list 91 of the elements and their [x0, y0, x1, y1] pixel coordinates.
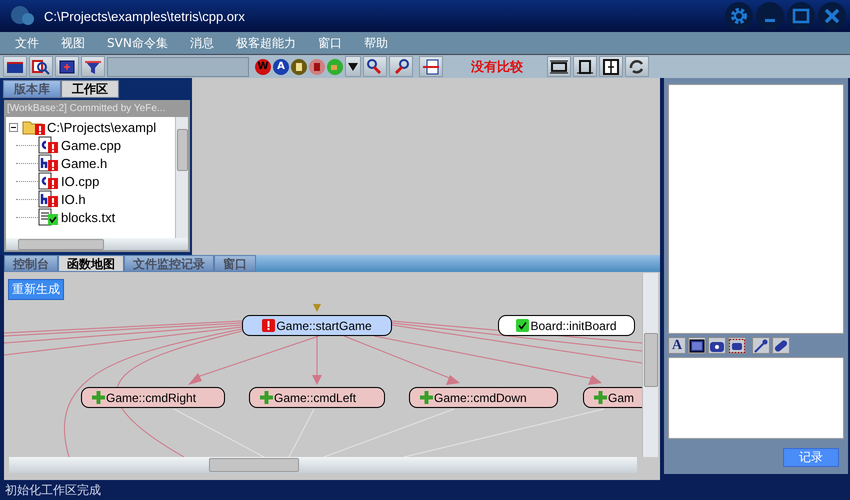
box-icon [58, 58, 76, 74]
window-circle-icon [327, 58, 343, 74]
check-icon [516, 319, 530, 332]
link-icon [366, 58, 384, 74]
link-button[interactable] [363, 56, 387, 77]
menu-item[interactable]: 极客超能力 [224, 34, 307, 52]
tree-item[interactable]: Game.h [61, 156, 108, 170]
image-icon [689, 338, 705, 352]
menu-item[interactable]: 文件 [4, 34, 50, 52]
function-node[interactable]: Gam [583, 387, 642, 408]
rows-button[interactable] [547, 56, 571, 77]
plus-icon [594, 391, 607, 404]
settings-button[interactable] [725, 2, 753, 30]
panel-tab[interactable]: 函数地图 [58, 255, 124, 272]
split-button[interactable] [599, 56, 623, 77]
tree-item[interactable]: blocks.txt [61, 210, 116, 224]
image-button[interactable] [688, 337, 706, 354]
maximize-icon [792, 7, 810, 25]
error-icon [262, 319, 276, 332]
faint-line [288, 408, 314, 457]
note-field[interactable] [668, 357, 844, 439]
scroll-thumb[interactable] [209, 458, 299, 472]
menu-item[interactable]: 消息 [178, 34, 225, 52]
refresh-button[interactable] [625, 56, 649, 77]
minimize-icon [765, 18, 775, 22]
function-node[interactable]: Board::initBoard [498, 315, 635, 336]
vertical-scrollbar[interactable] [642, 273, 658, 457]
document-button[interactable] [419, 56, 443, 77]
document-icon [422, 58, 440, 74]
entry-marker-icon [313, 304, 321, 312]
circle-letter-icon: W [255, 58, 271, 74]
document-circle-icon [291, 58, 307, 74]
compare-status: 没有比较 [471, 58, 523, 76]
unlink-button[interactable] [389, 56, 413, 77]
window-title: C:\Projects\examples\tetris\cpp.orx [44, 8, 245, 24]
camera-button[interactable] [708, 337, 726, 354]
plus-icon [260, 391, 273, 404]
status-text: 初始化工作区完成 [5, 482, 101, 498]
dropdown-button[interactable] [345, 56, 361, 77]
minimize-button[interactable] [756, 2, 784, 30]
horizontal-scrollbar[interactable] [9, 457, 637, 473]
tree-item[interactable]: IO.cpp [61, 174, 100, 188]
tree-item[interactable]: Game.cpp [61, 138, 121, 152]
stop-circle-icon [309, 58, 325, 74]
tree-item[interactable]: C:\Projects\exampl [47, 120, 156, 134]
commit-header: [WorkBase:2] Committed by YeFe... [6, 102, 166, 116]
search-icon [32, 58, 50, 74]
screenshot-icon [729, 338, 745, 352]
refresh-icon [628, 58, 646, 74]
gear-icon [730, 7, 748, 25]
rows-icon [550, 58, 568, 74]
tree-item[interactable]: IO.h [61, 192, 86, 206]
scroll-thumb[interactable] [644, 333, 658, 387]
scroll-thumb[interactable] [176, 129, 188, 171]
close-button[interactable] [818, 2, 846, 30]
caret-icon [348, 62, 358, 70]
pin-icon [753, 338, 769, 352]
function-node[interactable]: Game::cmdDown [409, 387, 558, 408]
page-button[interactable] [573, 56, 597, 77]
box-button[interactable] [55, 56, 79, 77]
menu-item[interactable]: 视图 [50, 34, 96, 52]
menu-item[interactable]: 帮助 [352, 34, 399, 52]
menu-item[interactable]: SVN命令集 [96, 34, 179, 52]
plus-icon [420, 391, 433, 404]
path-field[interactable] [107, 56, 249, 76]
horizontal-scrollbar[interactable] [6, 238, 188, 250]
split-icon [602, 58, 620, 74]
scroll-thumb[interactable] [18, 238, 104, 250]
function-node[interactable]: Game::cmdLeft [249, 387, 385, 408]
function-node[interactable]: Game::startGame [242, 315, 392, 336]
maximize-button[interactable] [787, 2, 815, 30]
screenshot-button[interactable] [728, 337, 746, 354]
search-button[interactable] [29, 56, 53, 77]
font-button[interactable]: A [668, 337, 686, 354]
function-node[interactable]: Game::cmdRight [81, 387, 225, 408]
filter-icon [84, 58, 102, 74]
attachment-button[interactable] [772, 337, 790, 354]
unlink-icon [392, 58, 410, 74]
close-icon [823, 7, 841, 25]
open-folder-button[interactable] [3, 56, 27, 77]
vertical-scrollbar[interactable] [175, 117, 188, 238]
page-icon [576, 58, 594, 74]
app-logo-icon [10, 5, 36, 27]
pin-button[interactable] [752, 337, 770, 354]
capsule-icon [773, 338, 789, 352]
filter-button[interactable] [81, 56, 105, 77]
plus-icon [92, 391, 105, 404]
menu-item[interactable]: 窗口 [306, 34, 353, 52]
circle-letter-icon: A [273, 58, 289, 74]
collapse-toggle[interactable] [9, 122, 18, 132]
panel-tab[interactable]: 工作区 [61, 80, 119, 98]
